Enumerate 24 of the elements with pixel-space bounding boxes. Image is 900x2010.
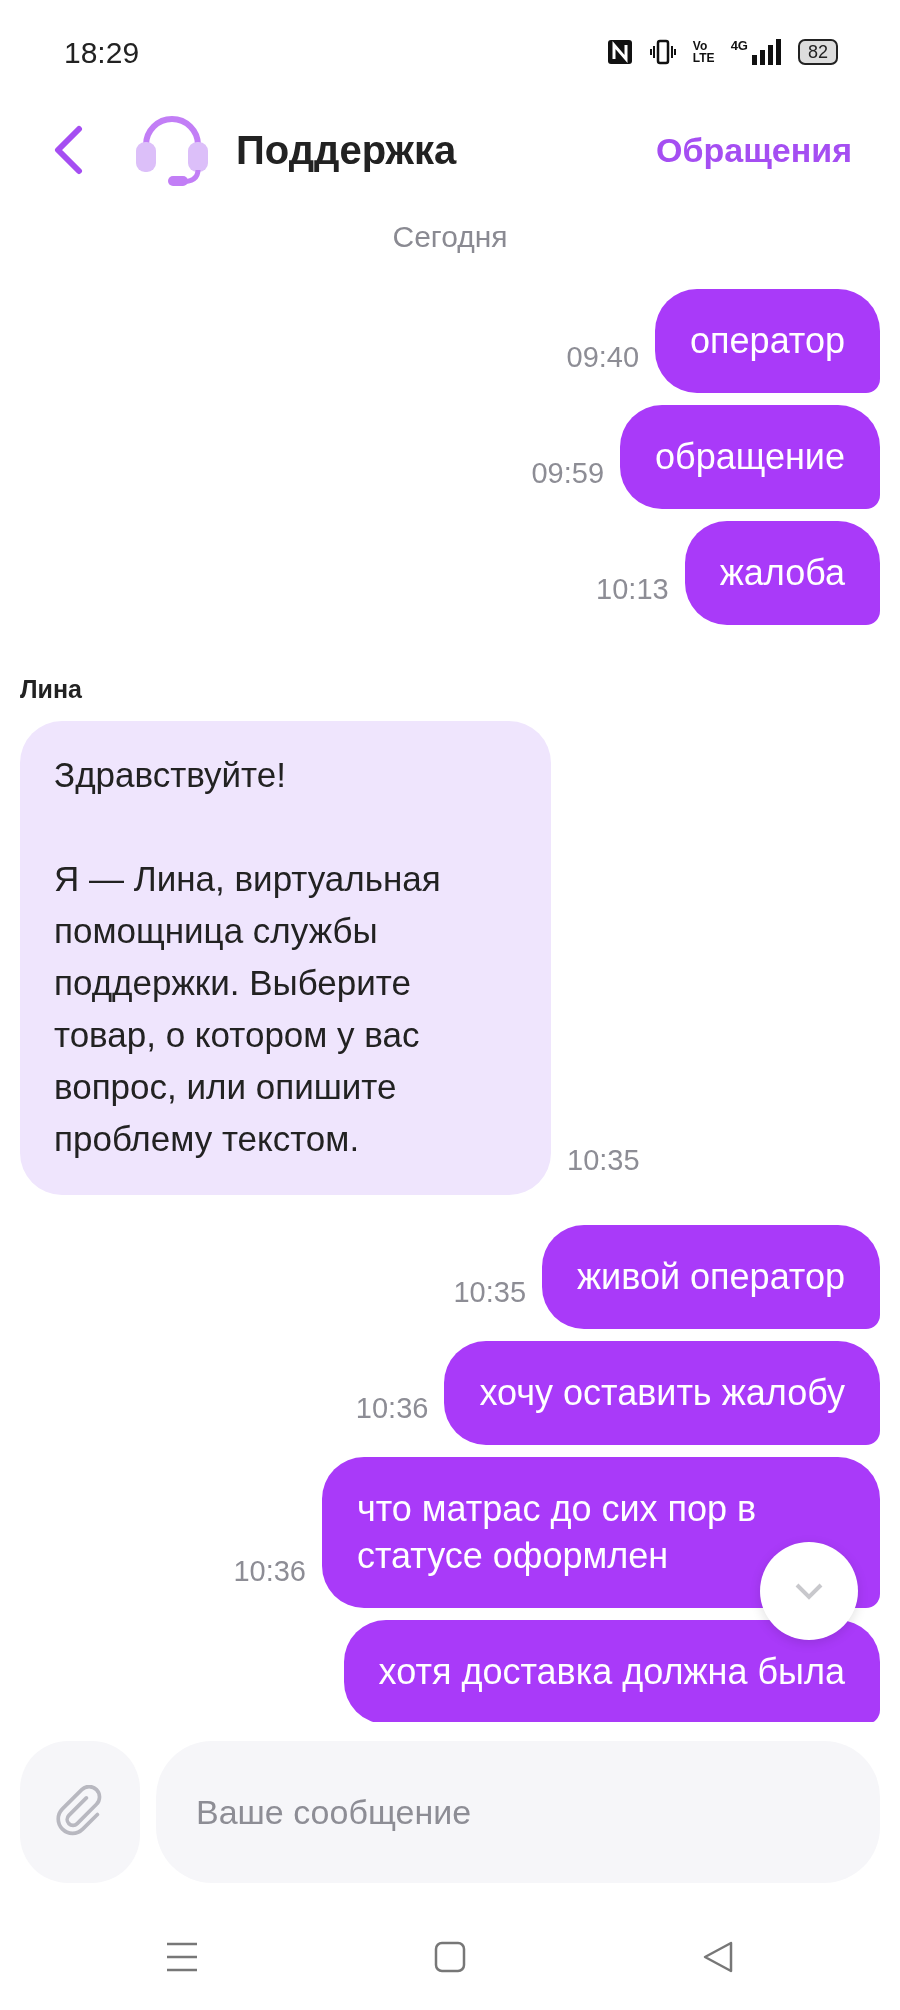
- message-bubble: хотя доставка должна была: [343, 1619, 880, 1722]
- message-time: 10:13: [596, 571, 669, 607]
- message-field[interactable]: Ваше сообщение: [156, 1741, 880, 1883]
- message-bubble: обращение: [620, 405, 880, 509]
- message-time: 10:36: [233, 1554, 306, 1589]
- message-bubble: что матрас до сих пор в статусе оформлен: [322, 1456, 880, 1608]
- network-type: 4G: [730, 39, 748, 52]
- sender-name: Лина: [20, 674, 83, 705]
- message-time: 09:59: [531, 455, 605, 491]
- message-bubble: хочу оставить жалобу: [444, 1340, 880, 1445]
- message-time: 10:36: [355, 1391, 429, 1426]
- message-bubble: Здравствуйте! Я — Лина, виртуальная помощница службы поддержки. Выберите товар, о котором у вас вопрос, или опишите проблему текстом.: [20, 720, 551, 1195]
- date-separator: Сегодня: [391, 219, 509, 255]
- chat-title: Поддержка: [236, 127, 457, 174]
- message-bubble: живой оператор: [542, 1224, 880, 1329]
- requests-link[interactable]: Обращения: [656, 124, 852, 176]
- message-time: 09:40: [566, 339, 640, 375]
- message-time: 10:35: [567, 1143, 640, 1178]
- status-time: 18:29: [64, 34, 140, 71]
- message-bubble: жалоба: [684, 521, 880, 625]
- battery-indicator: 82: [797, 39, 838, 65]
- volte-icon: Vo LTE: [692, 40, 715, 64]
- message-time: 10:35: [453, 1275, 527, 1310]
- message-bubble: оператор: [655, 289, 880, 393]
